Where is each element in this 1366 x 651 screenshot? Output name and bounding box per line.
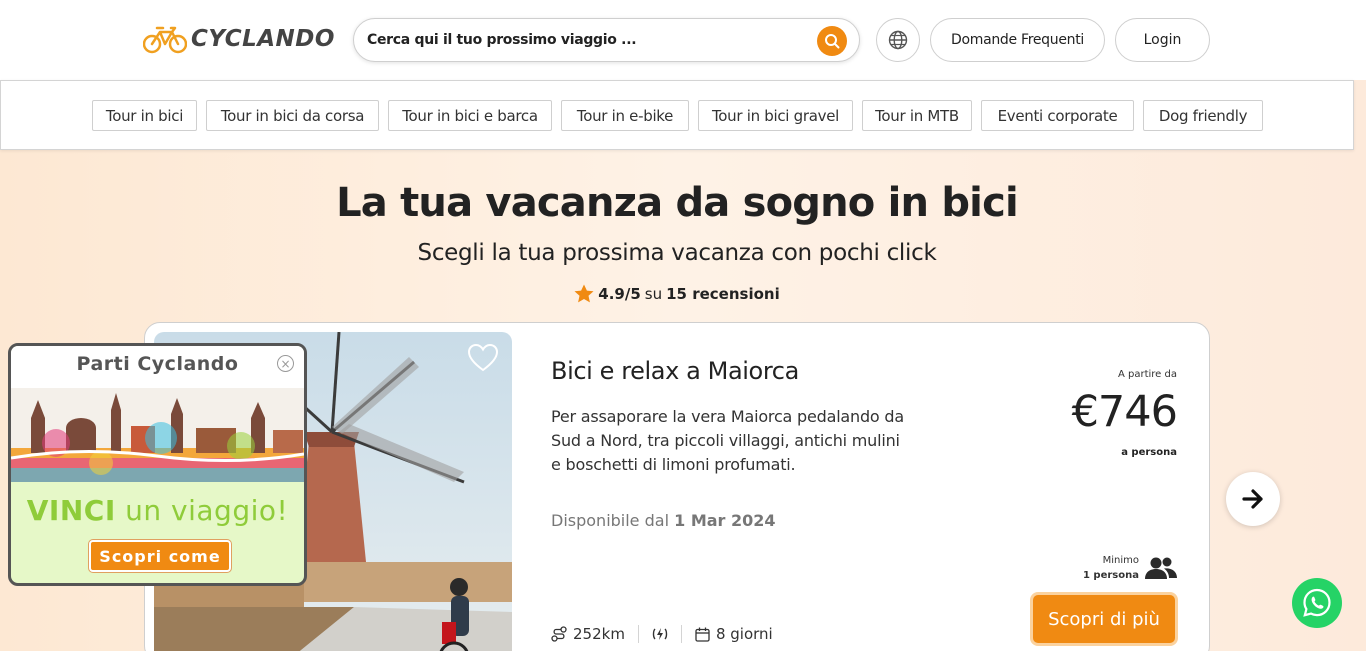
tour-distance: 252km bbox=[573, 625, 625, 643]
category-dog-friendly[interactable]: Dog friendly bbox=[1143, 100, 1263, 131]
availability-date: 1 Mar 2024 bbox=[674, 511, 776, 530]
route-icon bbox=[551, 626, 567, 642]
whatsapp-button[interactable] bbox=[1292, 578, 1342, 628]
rating-reviews: 15 recensioni bbox=[666, 284, 780, 303]
category-bar: Tour in bici Tour in bici da corsa Tour … bbox=[0, 80, 1354, 150]
hero-title: La tua vacanza da sogno in bici bbox=[336, 180, 1019, 226]
close-icon[interactable]: × bbox=[277, 355, 294, 372]
tour-description: Per assaporare la vera Maiorca pedalando… bbox=[551, 407, 904, 474]
tour-price: €746 bbox=[1071, 387, 1178, 437]
tour-duration: 8 giorni bbox=[715, 625, 773, 643]
carousel-next-button[interactable] bbox=[1226, 472, 1280, 526]
rating[interactable]: 4.9/5 su 15 recensioni bbox=[0, 284, 1354, 303]
promo-win-rest: un viaggio! bbox=[125, 494, 289, 527]
search-input[interactable]: Cerca qui il tuo prossimo viaggio ... bbox=[367, 32, 637, 48]
category-tour-mtb[interactable]: Tour in MTB bbox=[862, 100, 972, 131]
rating-su: su bbox=[644, 284, 663, 303]
search-button[interactable] bbox=[817, 26, 847, 56]
category-tour-bici-corsa[interactable]: Tour in bici da corsa bbox=[206, 100, 379, 131]
bicycle-logo-icon bbox=[143, 26, 187, 54]
whatsapp-icon bbox=[1303, 588, 1331, 617]
calendar-icon bbox=[695, 627, 710, 642]
promo-win-strong: VINCI bbox=[26, 494, 116, 527]
search-bar[interactable]: Cerca qui il tuo prossimo viaggio ... bbox=[353, 18, 860, 62]
faq-button[interactable]: Domande Frequenti bbox=[930, 18, 1105, 62]
promo-discover-button[interactable]: Scopri come bbox=[89, 540, 231, 572]
arrow-right-icon bbox=[1242, 489, 1263, 509]
heart-icon bbox=[467, 343, 499, 372]
minimum-label: Minimo bbox=[1102, 555, 1139, 566]
price-from-label: A partire da bbox=[1117, 369, 1177, 380]
availability-label: Disponibile dal bbox=[551, 511, 670, 530]
tour-availability: Disponibile dal 1 Mar 2024 bbox=[551, 511, 776, 530]
login-button[interactable]: Login bbox=[1115, 18, 1210, 62]
users-icon bbox=[1145, 557, 1177, 579]
hero-subtitle: Scegli la tua prossima vacanza con pochi… bbox=[417, 240, 937, 266]
minimum-participants: Minimo 1 persona bbox=[1083, 553, 1177, 583]
category-tour-in-bici[interactable]: Tour in bici bbox=[92, 100, 197, 131]
logo-text: CYCLANDO bbox=[191, 26, 335, 52]
promo-popup[interactable]: Parti Cyclando × VINCI un viaggio! Scopr… bbox=[8, 343, 307, 586]
search-icon bbox=[825, 34, 840, 49]
price-unit: a persona bbox=[1121, 447, 1177, 458]
promo-title: Parti Cyclando bbox=[76, 353, 239, 375]
category-eventi-corporate[interactable]: Eventi corporate bbox=[981, 100, 1134, 131]
favorite-button[interactable] bbox=[467, 343, 499, 376]
promo-header: Parti Cyclando × bbox=[11, 346, 304, 388]
star-icon bbox=[574, 284, 594, 303]
tour-meta: 252km 8 giorni bbox=[551, 625, 786, 643]
tour-title[interactable]: Bici e relax a Maiorca bbox=[551, 357, 799, 385]
rating-score: 4.9/5 bbox=[598, 284, 641, 303]
category-tour-ebike[interactable]: Tour in e-bike bbox=[561, 100, 689, 131]
category-tour-gravel[interactable]: Tour in bici gravel bbox=[698, 100, 853, 131]
ebike-icon bbox=[652, 628, 668, 640]
category-tour-bici-barca[interactable]: Tour in bici e barca bbox=[388, 100, 552, 131]
language-button[interactable] bbox=[876, 18, 920, 62]
discover-more-button[interactable]: Scopri di più bbox=[1033, 595, 1175, 643]
minimum-value: 1 persona bbox=[1082, 570, 1139, 581]
globe-icon bbox=[888, 30, 908, 50]
promo-city-illustration bbox=[11, 388, 304, 482]
promo-win-text: VINCI un viaggio! bbox=[11, 494, 304, 527]
header: CYCLANDO Cerca qui il tuo prossimo viagg… bbox=[0, 0, 1366, 80]
logo[interactable]: CYCLANDO bbox=[143, 24, 335, 54]
